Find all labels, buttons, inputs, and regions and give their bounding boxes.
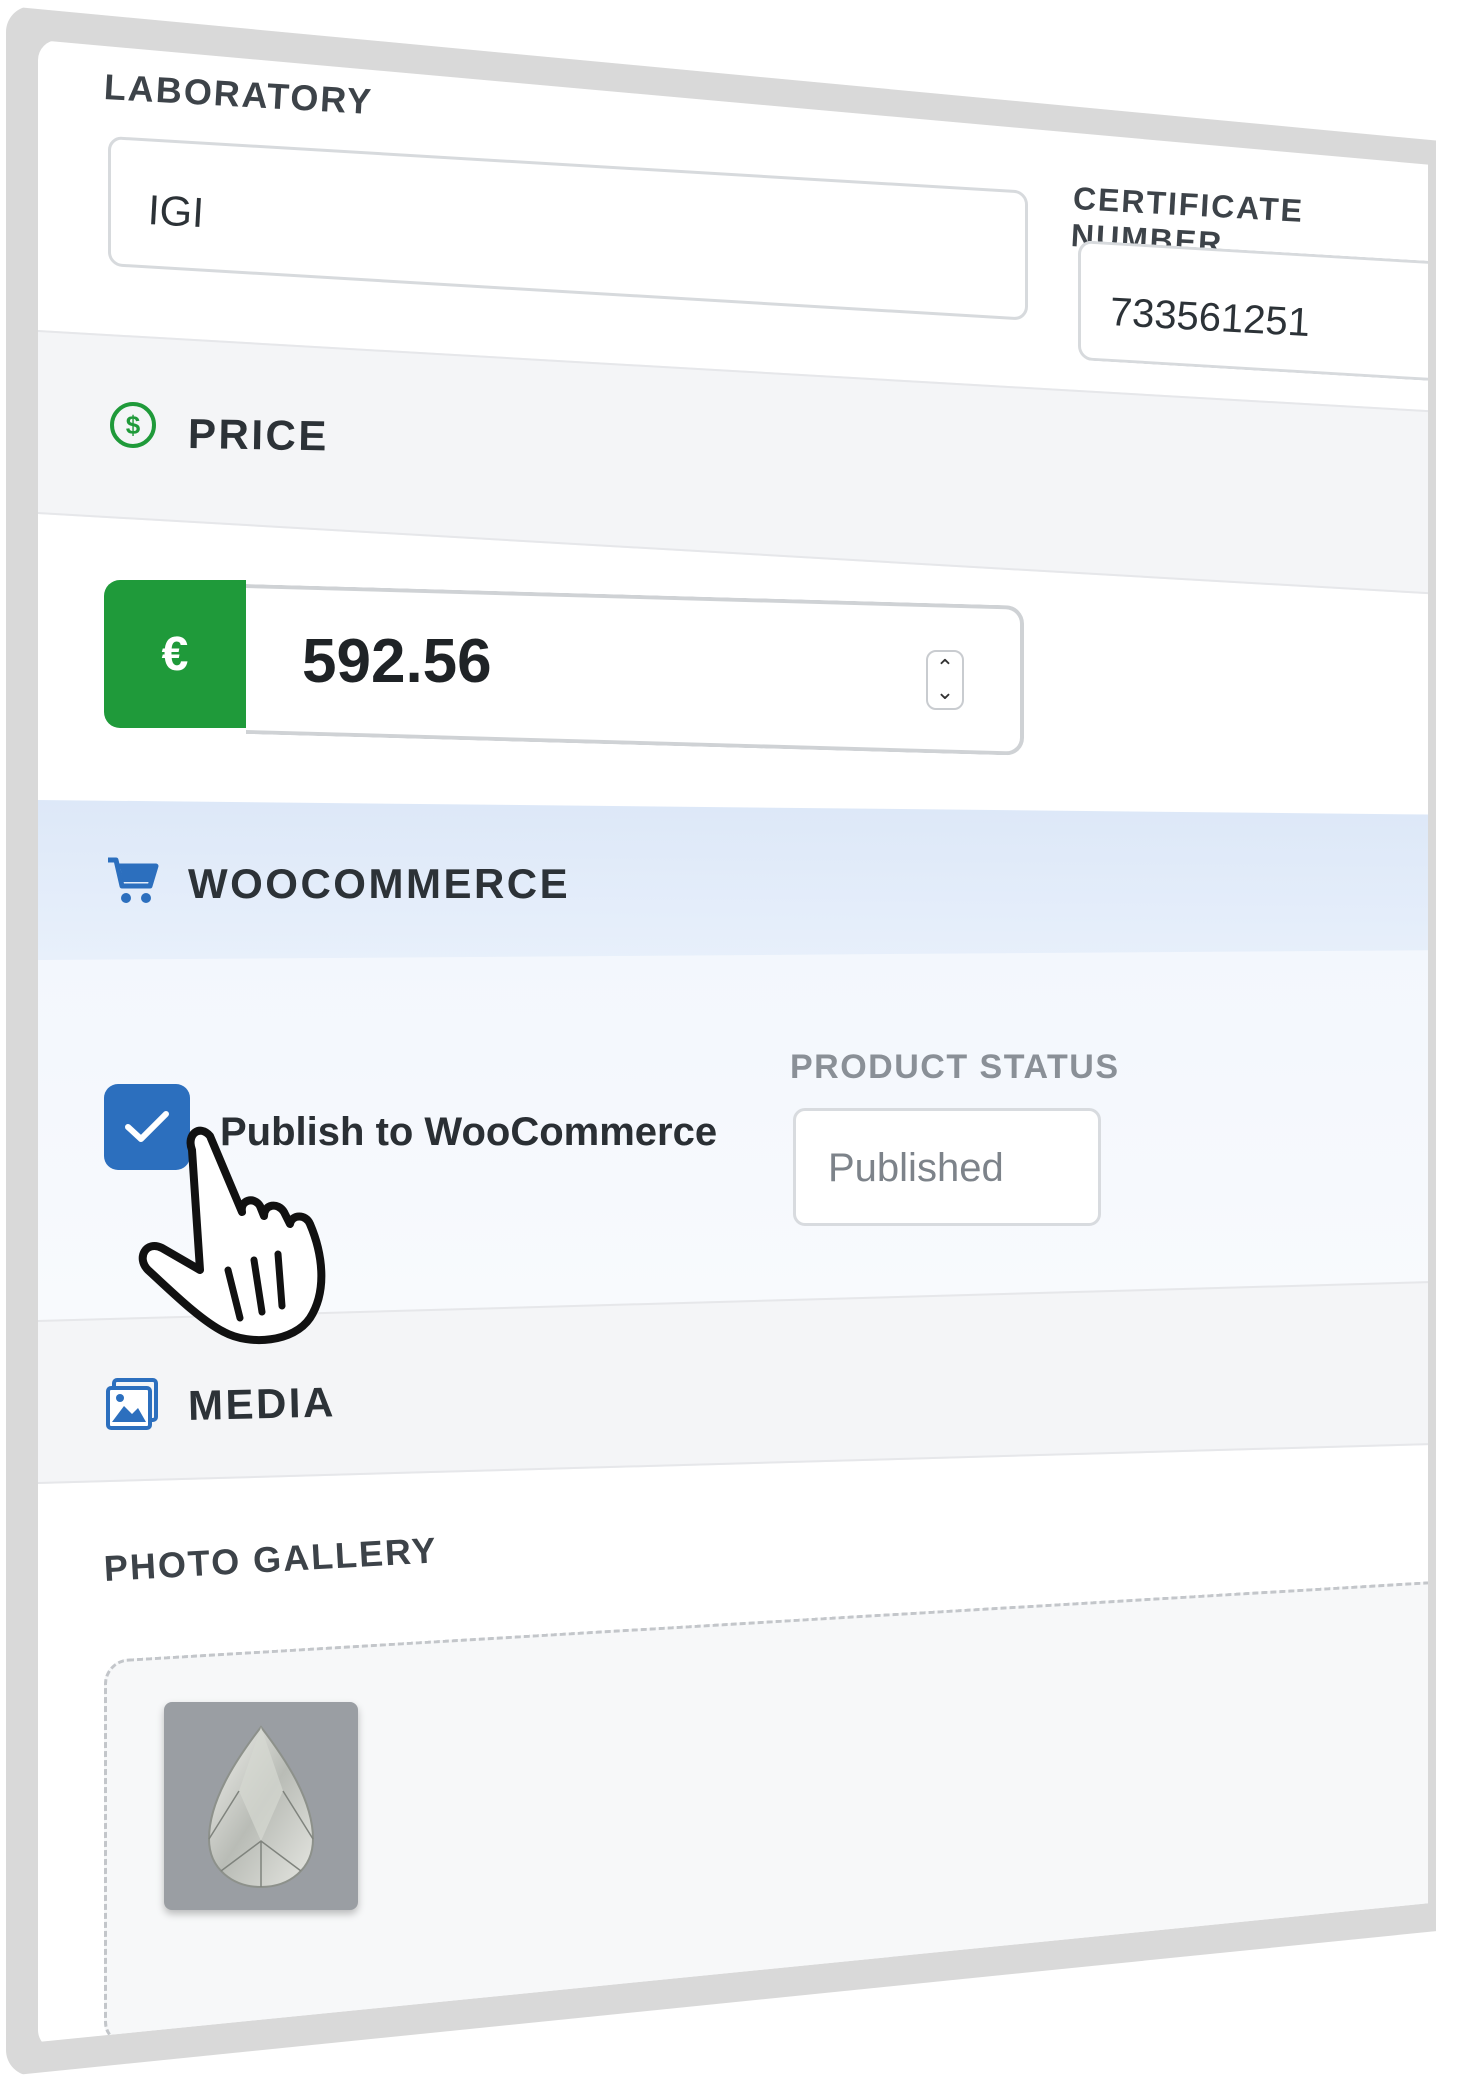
hand-pointer-cursor bbox=[130, 1120, 330, 1355]
laboratory-label: LABORATORY bbox=[102, 66, 375, 123]
laboratory-value: IGI bbox=[146, 186, 206, 237]
price-stepper[interactable]: ⌃ ⌄ bbox=[926, 650, 964, 710]
woocommerce-section-title: WOOCOMMERCE bbox=[188, 860, 571, 907]
diamond-photo bbox=[207, 1725, 315, 1889]
form-panel: LABORATORY IGI CERTIFICATE NUMBER 733561… bbox=[38, 40, 1428, 2042]
product-status-value: Published bbox=[828, 1146, 1004, 1190]
gallery-photo[interactable] bbox=[164, 1702, 358, 1910]
media-section-title: MEDIA bbox=[187, 1378, 337, 1429]
chevron-up-icon[interactable]: ⌃ bbox=[936, 656, 954, 680]
photo-gallery-label: PHOTO GALLERY bbox=[102, 1529, 439, 1589]
svg-text:$: $ bbox=[126, 410, 141, 440]
cart-icon bbox=[104, 852, 160, 913]
app-window: LABORATORY IGI CERTIFICATE NUMBER 733561… bbox=[0, 0, 1467, 2099]
price-section-header[interactable] bbox=[38, 330, 1428, 595]
price-section-title: PRICE bbox=[187, 410, 330, 460]
chevron-down-icon[interactable]: ⌄ bbox=[936, 680, 954, 704]
currency-addon: € bbox=[104, 580, 246, 728]
product-status-label: PRODUCT STATUS bbox=[790, 1048, 1120, 1086]
dollar-circle-icon: $ bbox=[108, 400, 158, 455]
images-icon bbox=[104, 1376, 160, 1437]
price-value: 592.56 bbox=[302, 627, 492, 696]
laboratory-input[interactable] bbox=[108, 136, 1028, 321]
